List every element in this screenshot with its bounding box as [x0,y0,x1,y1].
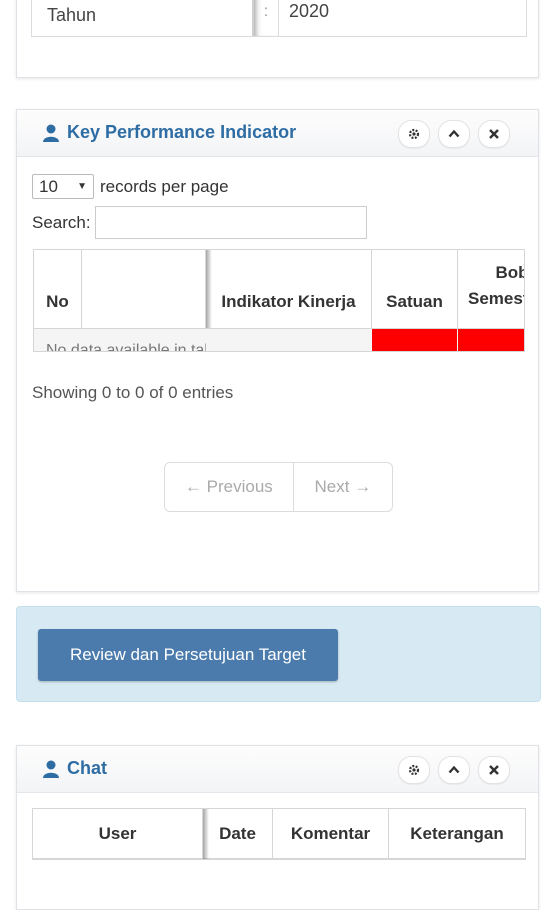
chat-panel-controls [398,756,510,784]
col-date[interactable]: Date [203,809,273,859]
col-bobot-semester[interactable]: Bobot Semester [458,250,524,328]
tahun-separator: : [252,0,278,36]
search-label: Search: [32,212,91,232]
col-no[interactable]: No [34,250,82,328]
search-input[interactable] [94,206,367,239]
satuan-red-cell [372,329,457,351]
showing-entries: Showing 0 to 0 of 0 entries [32,383,234,402]
records-per-page-label: records per page [100,176,229,196]
review-alert: Review dan Persetujuan Target [16,606,541,702]
chat-title-text: Chat [67,758,107,778]
kpi-panel-header: Key Performance Indicator [17,110,538,157]
search-group: Search: [32,206,367,239]
no-data-message: No data available in table [46,342,206,352]
chat-panel-title: Chat [41,758,107,779]
pagination: ← Previous Next → [164,462,393,512]
chat-panel: Chat User Date Komentar Keterangan [16,745,539,910]
chat-panel-header: Chat [17,746,538,793]
col-komentar[interactable]: Komentar [273,809,389,859]
chevron-up-icon[interactable] [438,756,470,784]
tahun-row: Tahun : 2020 [31,0,527,37]
kpi-table: No Indikator Kinerja Satuan Bobot Semest… [33,249,525,352]
col-blank[interactable] [82,250,206,328]
close-icon[interactable] [478,120,510,148]
next-button[interactable]: Next → [294,463,392,511]
gear-icon[interactable] [398,120,430,148]
kpi-panel: Key Performance Indicator 10 ▼ records p… [16,109,539,592]
page-size-value: 10 [39,176,58,196]
tahun-label: Tahun [47,5,97,25]
close-icon[interactable] [478,756,510,784]
col-keterangan[interactable]: Keterangan [389,809,525,859]
records-per-page: 10 ▼ records per page [32,174,229,199]
page-size-select[interactable]: 10 ▼ [32,174,94,199]
kpi-panel-title: Key Performance Indicator [41,122,296,143]
tahun-value: 2020 [278,0,526,36]
caret-down-icon: ▼ [77,181,87,192]
user-icon [43,124,59,142]
col-satuan[interactable]: Satuan [372,250,458,328]
previous-button[interactable]: ← Previous [165,463,294,511]
chat-table: User Date Komentar Keterangan [32,808,526,860]
col-indikator-kinerja[interactable]: Indikator Kinerja [206,250,372,328]
user-icon [43,760,59,778]
gear-icon[interactable] [398,756,430,784]
review-approval-button[interactable]: Review dan Persetujuan Target [38,629,338,681]
identity-panel: Tahun : 2020 [16,0,539,78]
chevron-up-icon[interactable] [438,120,470,148]
bobot-red-cell [458,329,524,351]
col-user[interactable]: User [33,809,203,859]
kpi-panel-controls [398,120,510,148]
kpi-title-text: Key Performance Indicator [67,122,297,142]
